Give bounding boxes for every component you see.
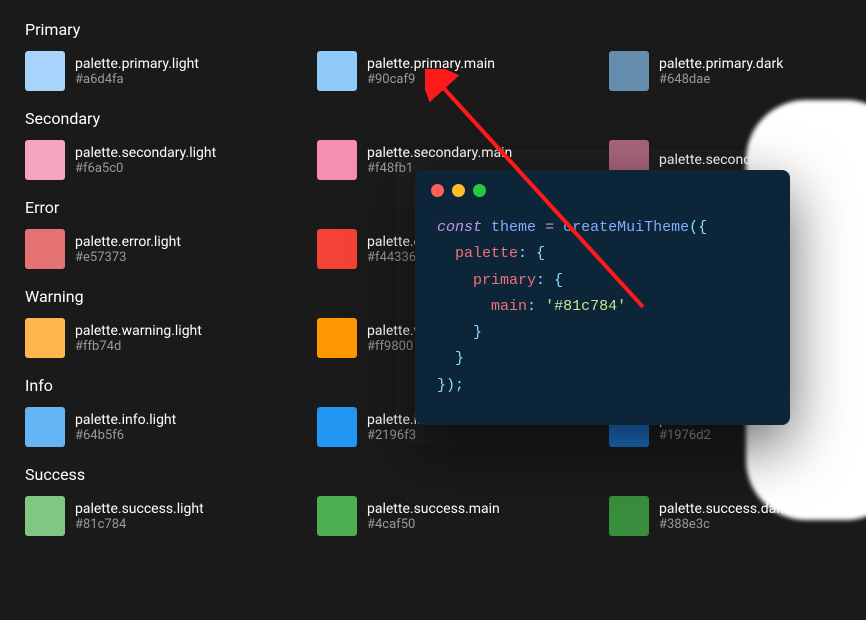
swatch-text: palette.warning.light#ffb74d <box>75 323 202 354</box>
color-swatch[interactable] <box>317 229 357 269</box>
code-prop: primary <box>473 272 536 289</box>
category-success: Successpalette.success.light#81c784palet… <box>25 465 841 536</box>
swatch-item: palette.primary.light#a6d4fa <box>25 51 257 91</box>
swatch-hex: #ffb74d <box>75 339 202 354</box>
code-function: createMuiTheme <box>563 219 689 236</box>
code-body: const theme = createMuiTheme({ palette: … <box>415 205 790 425</box>
swatch-hex: #2196f3 <box>367 428 472 443</box>
swatch-hex: #e57373 <box>75 250 181 265</box>
swatch-label: palette.success.main <box>367 501 500 517</box>
color-swatch[interactable] <box>25 140 65 180</box>
swatch-text: palette.success.main#4caf50 <box>367 501 500 532</box>
swatch-text: palette.primary.main#90caf9 <box>367 56 495 87</box>
swatch-hex: #81c784 <box>75 517 204 532</box>
swatch-label: palette.success.light <box>75 501 204 517</box>
swatch-text: palette.secondary.light#f6a5c0 <box>75 145 216 176</box>
swatch-hex: #388e3c <box>659 517 788 532</box>
color-swatch[interactable] <box>25 51 65 91</box>
color-swatch[interactable] <box>25 229 65 269</box>
code-punct: ({ <box>689 219 707 236</box>
swatch-label: palette.primary.light <box>75 56 199 72</box>
code-punct: : { <box>518 245 545 262</box>
swatch-text: palette.success.light#81c784 <box>75 501 204 532</box>
swatch-item: palette.error.light#e57373 <box>25 229 257 269</box>
swatch-item: palette.primary.dark#648dae <box>609 51 841 91</box>
swatch-item: palette.info.light#64b5f6 <box>25 407 257 447</box>
maximize-icon[interactable] <box>473 184 486 197</box>
swatch-text: palette.info.light#64b5f6 <box>75 412 176 443</box>
code-keyword: const <box>437 219 482 236</box>
code-punct: } <box>473 324 482 341</box>
swatch-item: palette.success.main#4caf50 <box>317 496 549 536</box>
category-title: Primary <box>25 20 841 39</box>
close-icon[interactable] <box>431 184 444 197</box>
color-swatch[interactable] <box>317 496 357 536</box>
color-swatch[interactable] <box>25 318 65 358</box>
swatch-label: palette.primary.main <box>367 56 495 72</box>
swatch-hex: #90caf9 <box>367 72 495 87</box>
category-title: Secondary <box>25 109 841 128</box>
swatch-label: palette.primary.dark <box>659 56 783 72</box>
swatch-hex: #f6a5c0 <box>75 161 216 176</box>
color-swatch[interactable] <box>25 496 65 536</box>
swatch-label: palette.info.light <box>75 412 176 428</box>
window-titlebar <box>415 170 790 205</box>
color-swatch[interactable] <box>609 496 649 536</box>
color-swatch[interactable] <box>317 407 357 447</box>
code-punct: }); <box>437 377 464 394</box>
code-variable: theme <box>491 219 536 236</box>
swatch-hex: #a6d4fa <box>75 72 199 87</box>
code-punct: } <box>455 350 464 367</box>
swatch-item: palette.success.light#81c784 <box>25 496 257 536</box>
category-primary: Primarypalette.primary.light#a6d4fapalet… <box>25 20 841 91</box>
color-swatch[interactable] <box>609 51 649 91</box>
swatch-text: palette.primary.dark#648dae <box>659 56 783 87</box>
swatch-label: palette.warning.light <box>75 323 202 339</box>
code-operator: = <box>545 219 554 236</box>
color-swatch[interactable] <box>317 140 357 180</box>
swatch-text: palette.primary.light#a6d4fa <box>75 56 199 87</box>
swatch-label: palette.secondary.light <box>75 145 216 161</box>
swatch-hex: #648dae <box>659 72 783 87</box>
swatch-row: palette.success.light#81c784palette.succ… <box>25 496 841 536</box>
code-editor-overlay: const theme = createMuiTheme({ palette: … <box>415 170 790 425</box>
swatch-item: palette.secondary.light#f6a5c0 <box>25 140 257 180</box>
code-string: '#81c784' <box>545 298 626 315</box>
code-punct: : { <box>536 272 563 289</box>
code-punct: : <box>527 298 536 315</box>
color-swatch[interactable] <box>317 51 357 91</box>
swatch-row: palette.primary.light#a6d4fapalette.prim… <box>25 51 841 91</box>
minimize-icon[interactable] <box>452 184 465 197</box>
swatch-hex: #64b5f6 <box>75 428 176 443</box>
swatch-text: palette.error.light#e57373 <box>75 234 181 265</box>
color-swatch[interactable] <box>25 407 65 447</box>
code-prop: main <box>491 298 527 315</box>
swatch-label: palette.error.light <box>75 234 181 250</box>
color-swatch[interactable] <box>317 318 357 358</box>
swatch-item: palette.warning.light#ffb74d <box>25 318 257 358</box>
code-prop: palette <box>455 245 518 262</box>
swatch-hex: #4caf50 <box>367 517 500 532</box>
swatch-item: palette.primary.main#90caf9 <box>317 51 549 91</box>
category-title: Success <box>25 465 841 484</box>
swatch-label: palette.secondary.main <box>367 145 512 161</box>
